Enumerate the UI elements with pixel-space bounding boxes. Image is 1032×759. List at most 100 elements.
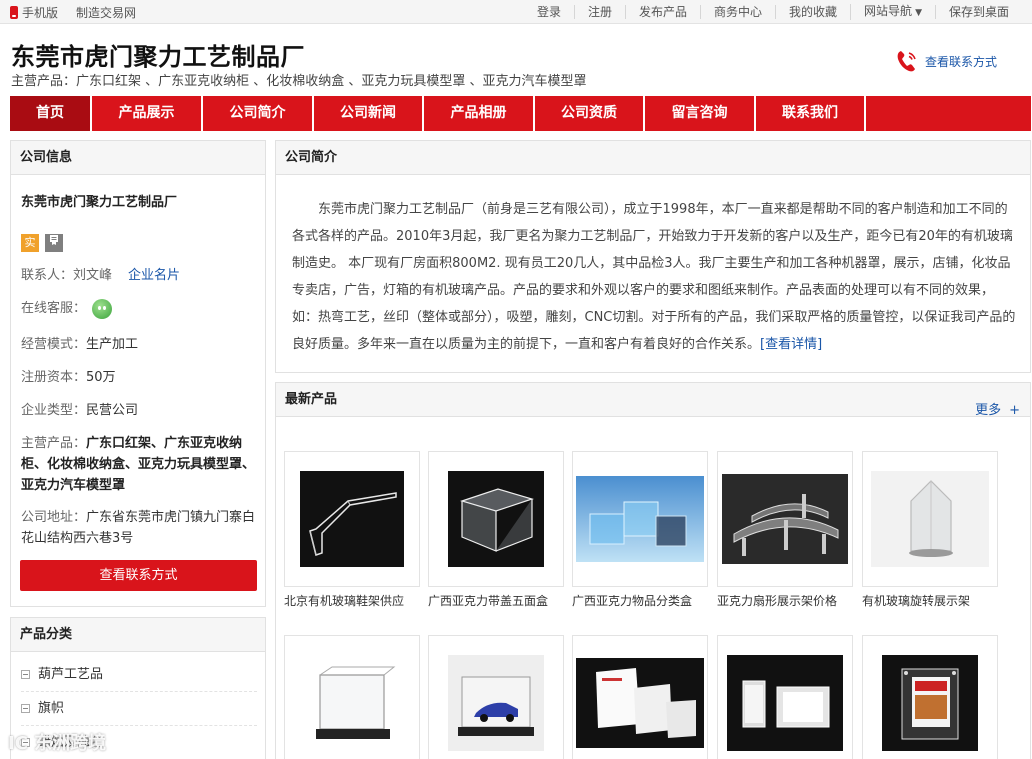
product-categories-header: 产品分类	[11, 618, 265, 652]
product-image[interactable]	[717, 451, 853, 587]
main-products-row: 主营产品：广东口红架、广东亚克收纳柜、化妆棉收纳盒、亚克力玩具模型罩、亚克力汽车…	[21, 433, 259, 496]
business-card-link[interactable]: 企业名片	[128, 268, 180, 283]
nav-contact-us[interactable]: 联系我们	[756, 96, 866, 131]
product-card[interactable]	[717, 635, 853, 759]
category-label: 旗帜	[38, 701, 65, 716]
contact-person-row: 联系人：刘文峰 企业名片	[21, 265, 259, 286]
category-item[interactable]: 旗帜	[21, 692, 257, 726]
nav-company-news[interactable]: 公司新闻	[314, 96, 424, 131]
product-image[interactable]	[572, 451, 708, 587]
company-type-label: 企业类型：	[21, 403, 87, 418]
company-address-row: 公司地址：广东省东莞市虎门镇九门寨白花山结构西六巷3号	[21, 507, 259, 549]
category-label: 葫芦工艺品	[38, 667, 104, 682]
company-title: 东莞市虎门聚力工艺制品厂	[11, 43, 305, 71]
company-intro-panel: 公司简介 东莞市虎门聚力工艺制品厂（前身是三艺有限公司），成立于1998年，本厂…	[275, 140, 1031, 373]
product-card[interactable]: 广西亚克力带盖五面盒	[428, 451, 564, 609]
plus-icon: +	[1009, 403, 1020, 418]
top-bar-left: 手机版 制造交易网	[10, 4, 154, 21]
company-type-value: 民营公司	[86, 403, 139, 418]
site-navigation-label: 网站导航	[864, 4, 913, 18]
company-info-panel: 公司信息 东莞市虎门聚力工艺制品厂 实 联系人：刘文峰 企业名片 在线客服： 经营…	[10, 140, 266, 607]
contact-person-label: 联系人：	[21, 268, 74, 283]
main-nav: 首页 产品展示 公司简介 公司新闻 产品相册 公司资质 留言咨询 联系我们	[10, 96, 1031, 131]
company-type-row: 企业类型：民营公司	[21, 400, 259, 421]
product-image[interactable]	[862, 635, 998, 759]
online-service-label: 在线客服：	[21, 301, 87, 316]
telephone-icon	[897, 51, 916, 72]
business-mode-row: 经营模式：生产加工	[21, 334, 259, 355]
main-products-label: 主营产品：	[21, 436, 87, 451]
view-contact-top-label: 查看联系方式	[925, 54, 998, 69]
product-name[interactable]: 广西亚克力带盖五面盒	[428, 592, 568, 609]
nav-product-album[interactable]: 产品相册	[424, 96, 535, 131]
collapse-icon[interactable]	[21, 704, 30, 713]
certificate-badge-icon	[45, 234, 63, 252]
company-intro-body: 东莞市虎门聚力工艺制品厂（前身是三艺有限公司），成立于1998年，本厂一直来都是…	[292, 202, 1016, 352]
product-card[interactable]: 北京有机玻璃鞋架供应	[284, 451, 420, 609]
product-card[interactable]	[284, 635, 420, 759]
online-service-row: 在线客服：	[21, 298, 259, 319]
company-info-name: 东莞市虎门聚力工艺制品厂	[21, 195, 178, 210]
header-main-products: 主营产品：广东口红架 、广东亚克收纳柜 、化妆棉收纳盒 、亚克力玩具模型罩 、亚…	[11, 74, 587, 89]
business-center-link[interactable]: 商务中心	[700, 5, 775, 19]
contact-person-name: 刘文峰	[73, 268, 113, 283]
nav-products[interactable]: 产品展示	[92, 96, 203, 131]
business-mode-label: 经营模式：	[21, 337, 87, 352]
product-image[interactable]	[572, 635, 708, 759]
more-label: 更多	[975, 403, 1002, 418]
nav-message-inquiry[interactable]: 留言咨询	[645, 96, 756, 131]
product-card[interactable]	[862, 635, 998, 759]
product-card[interactable]: 有机玻璃旋转展示架	[862, 451, 998, 609]
top-bar: 手机版 制造交易网 登录 注册 发布产品 商务中心 我的收藏 网站导航 ▼ 保存到…	[0, 0, 1032, 24]
more-products-link[interactable]: 更多 +	[975, 394, 1020, 428]
category-item[interactable]: 葫芦工艺品	[21, 658, 257, 692]
watermark-text: IC 东洲跨境	[8, 733, 107, 754]
chevron-down-icon: ▼	[915, 8, 922, 18]
company-info-header: 公司信息	[11, 141, 265, 175]
register-link[interactable]: 注册	[573, 5, 625, 19]
product-image[interactable]	[428, 451, 564, 587]
product-card[interactable]	[572, 635, 708, 759]
my-favorites-link[interactable]: 我的收藏	[775, 5, 850, 19]
qq-chat-icon[interactable]	[92, 298, 113, 319]
registered-capital-label: 注册资本：	[21, 370, 87, 385]
login-link[interactable]: 登录	[524, 5, 574, 19]
mobile-version-link[interactable]: 手机版	[22, 4, 58, 21]
badges: 实	[21, 234, 69, 252]
product-image[interactable]	[862, 451, 998, 587]
product-image[interactable]	[428, 635, 564, 759]
product-image[interactable]	[284, 635, 420, 759]
nav-company-qualifications[interactable]: 公司资质	[535, 96, 645, 131]
registered-capital-row: 注册资本：50万	[21, 367, 259, 388]
site-navigation-menu[interactable]: 网站导航 ▼	[850, 4, 935, 20]
save-to-desktop-link[interactable]: 保存到桌面	[934, 5, 1022, 19]
publish-product-link[interactable]: 发布产品	[625, 5, 700, 19]
product-image[interactable]	[717, 635, 853, 759]
nav-company-intro[interactable]: 公司简介	[203, 96, 314, 131]
product-image[interactable]	[284, 451, 420, 587]
company-intro-header: 公司简介	[276, 141, 1030, 175]
nav-home[interactable]: 首页	[10, 96, 92, 131]
registered-capital-value: 50万	[86, 370, 116, 385]
view-contact-top-link[interactable]: 查看联系方式	[895, 48, 997, 74]
newest-products-title: 最新产品	[285, 392, 338, 407]
product-name[interactable]: 北京有机玻璃鞋架供应	[284, 592, 424, 609]
collapse-icon[interactable]	[21, 670, 30, 679]
company-address-label: 公司地址：	[21, 510, 87, 525]
view-contact-button[interactable]: 查看联系方式	[20, 560, 257, 591]
site-name-link[interactable]: 制造交易网	[76, 4, 136, 21]
company-intro-text: 东莞市虎门聚力工艺制品厂（前身是三艺有限公司），成立于1998年，本厂一直来都是…	[292, 196, 1016, 358]
business-mode-value: 生产加工	[86, 337, 139, 352]
product-name[interactable]: 广西亚克力物品分类盒	[572, 592, 712, 609]
product-name[interactable]: 亚克力扇形展示架价格	[717, 592, 857, 609]
product-card[interactable]	[428, 635, 564, 759]
product-card[interactable]: 亚克力扇形展示架价格	[717, 451, 853, 609]
verified-badge: 实	[21, 234, 39, 252]
product-name[interactable]: 有机玻璃旋转展示架	[862, 592, 1002, 609]
newest-products-header: 最新产品 更多 +	[276, 383, 1030, 418]
newest-products-panel: 最新产品 更多 + 北京有机玻璃鞋架供应 广西亚克力带盖五面盒 广西亚克力物品分类…	[275, 382, 1031, 759]
top-bar-right: 登录 注册 发布产品 商务中心 我的收藏 网站导航 ▼ 保存到桌面	[524, 4, 1022, 20]
view-details-link[interactable]: [查看详情]	[760, 337, 822, 352]
mobile-phone-icon	[10, 6, 18, 19]
product-card[interactable]: 广西亚克力物品分类盒	[572, 451, 708, 609]
